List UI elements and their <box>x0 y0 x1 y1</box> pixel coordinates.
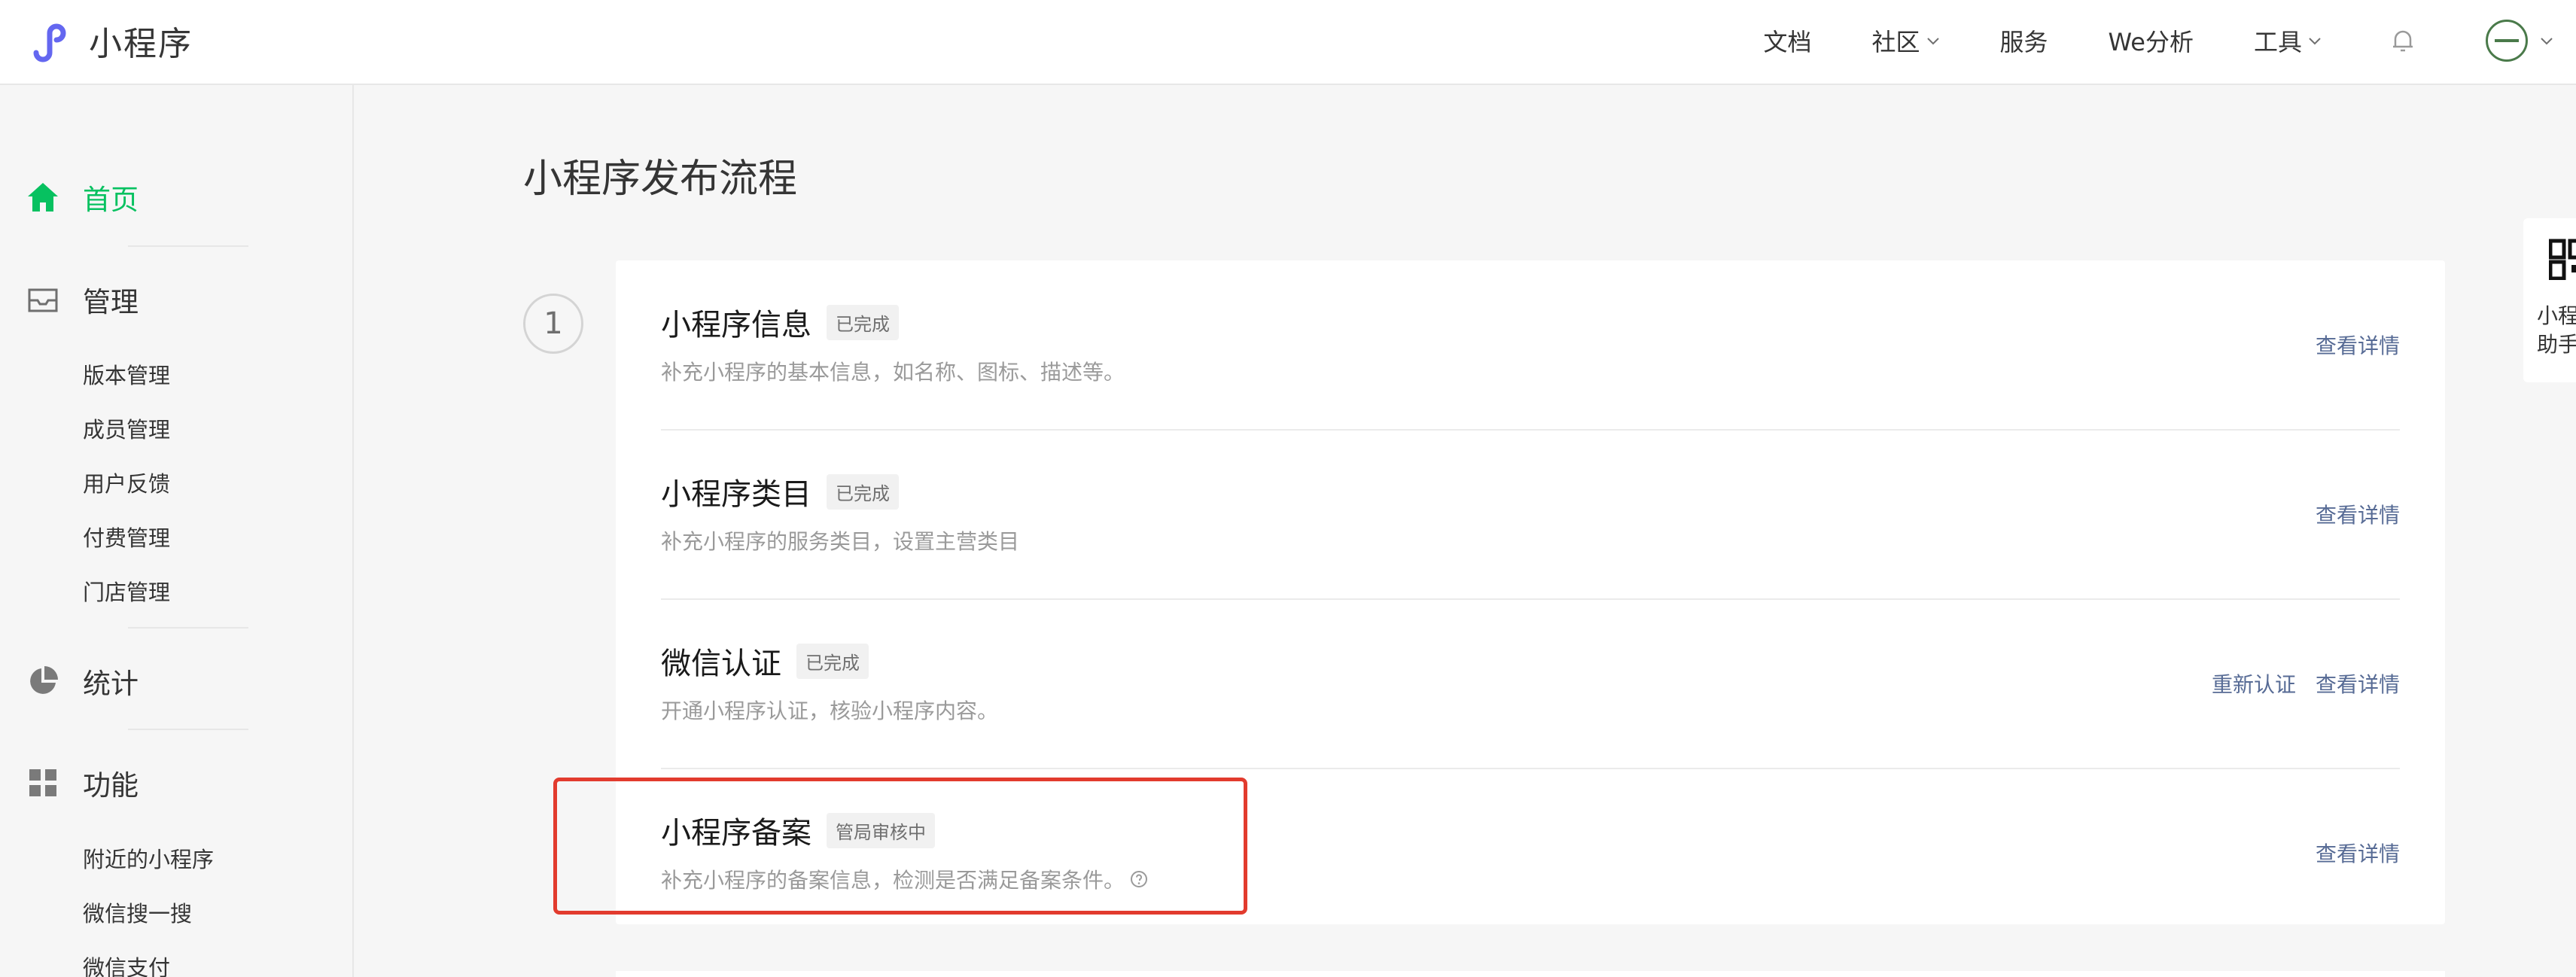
sidebar-item-label: 统计 <box>83 668 139 700</box>
sidebar-item-search[interactable]: 微信搜一搜 <box>83 896 192 928</box>
grid-icon <box>26 765 60 800</box>
nav-community-label: 社区 <box>1871 28 1920 56</box>
sidebar-divider <box>128 729 248 730</box>
status-badge: 已完成 <box>796 643 869 679</box>
notifications[interactable] <box>2388 26 2418 56</box>
chevron-down-icon <box>1926 38 1939 45</box>
status-badge: 已完成 <box>827 473 899 510</box>
step-title: 小程序信息 已完成 <box>661 300 899 344</box>
sidebar-item-stats[interactable]: 统计 <box>26 661 139 702</box>
pie-chart-icon <box>26 664 60 699</box>
highlight-box <box>553 778 1247 915</box>
nav-docs-label: 文档 <box>1763 28 1812 56</box>
sidebar-item-feedback[interactable]: 用户反馈 <box>83 467 170 498</box>
panel-text-line1: 小程 <box>2537 303 2576 328</box>
sidebar-item-stores[interactable]: 门店管理 <box>83 575 170 607</box>
view-details-link[interactable]: 查看详情 <box>2316 838 2400 868</box>
avatar <box>2486 20 2528 62</box>
sidebar-item-home[interactable]: 首页 <box>26 177 139 218</box>
sidebar-item-version[interactable]: 版本管理 <box>83 358 170 390</box>
sidebar-divider <box>128 627 248 629</box>
sidebar-divider <box>128 245 248 247</box>
step-description: 补充小程序的基本信息，如名称、图标、描述等。 <box>661 360 1125 385</box>
logo[interactable]: 小程序 <box>26 15 193 66</box>
chevron-down-icon <box>2309 38 2321 45</box>
nav-analytics-label: We分析 <box>2108 28 2194 56</box>
nav-tools[interactable]: 工具 <box>2254 23 2323 58</box>
mini-program-logo-icon <box>33 23 66 62</box>
nav-community[interactable]: 社区 <box>1871 23 1941 58</box>
step-description: 开通小程序认证，核验小程序内容。 <box>661 699 999 723</box>
assistant-panel[interactable]: 小程 助手 <box>2523 218 2576 382</box>
sidebar-item-label: 首页 <box>83 184 139 216</box>
chevron-down-icon <box>2541 38 2553 45</box>
step-row: 小程序类目 已完成 补充小程序的服务类目，设置主营类目 查看详情 <box>661 430 2400 599</box>
step-title-text: 小程序信息 <box>661 308 811 342</box>
nav-services[interactable]: 服务 <box>2000 23 2048 58</box>
view-details-link[interactable]: 查看详情 <box>2316 330 2400 360</box>
view-details-link[interactable]: 查看详情 <box>2316 499 2400 529</box>
step-actions: 重新认证 查看详情 <box>2192 668 2400 699</box>
bell-icon <box>2393 30 2413 52</box>
step-actions: 查看详情 <box>2296 499 2400 529</box>
step-row: 小程序信息 已完成 补充小程序的基本信息，如名称、图标、描述等。 查看详情 <box>661 260 2400 430</box>
re-verify-link[interactable]: 重新认证 <box>2212 668 2296 699</box>
step-title-text: 微信认证 <box>661 647 781 681</box>
sidebar: 首页 管理 版本管理 成员管理 用户反馈 付费管理 门店管理 统计 功能 附近的… <box>0 85 354 977</box>
step-title: 微信认证 已完成 <box>661 639 869 683</box>
step-number: 1 <box>523 294 583 354</box>
home-icon <box>26 180 60 215</box>
panel-text-line2: 助手 <box>2537 332 2576 357</box>
sidebar-item-members[interactable]: 成员管理 <box>83 412 170 444</box>
step-description: 补充小程序的服务类目，设置主营类目 <box>661 529 1020 554</box>
account-menu[interactable] <box>2486 20 2555 62</box>
nav-tools-label: 工具 <box>2253 28 2302 56</box>
inbox-icon <box>26 282 60 317</box>
next-card-edge <box>616 971 2445 977</box>
status-badge: 已完成 <box>827 304 899 340</box>
sidebar-item-features[interactable]: 功能 <box>26 762 139 803</box>
step-row: 微信认证 已完成 开通小程序认证，核验小程序内容。 重新认证 查看详情 <box>661 599 2400 769</box>
page-title: 小程序发布流程 <box>523 157 798 202</box>
nav-services-label: 服务 <box>1999 28 2048 56</box>
sidebar-item-wechat-pay[interactable]: 微信支付 <box>83 951 170 977</box>
step-actions: 查看详情 <box>2296 838 2400 868</box>
top-header: 小程序 文档 社区 服务 We分析 工具 <box>0 0 2576 85</box>
sidebar-item-label: 管理 <box>83 286 139 318</box>
sidebar-item-nearby[interactable]: 附近的小程序 <box>83 842 214 874</box>
nav-docs[interactable]: 文档 <box>1763 23 1811 58</box>
top-nav: 文档 社区 服务 We分析 工具 <box>1763 0 2576 81</box>
logo-text: 小程序 <box>89 25 193 63</box>
view-details-link[interactable]: 查看详情 <box>2316 668 2400 699</box>
sidebar-item-label: 功能 <box>83 769 139 802</box>
step-actions: 查看详情 <box>2296 330 2400 360</box>
step-title-text: 小程序类目 <box>661 477 811 512</box>
sidebar-item-manage[interactable]: 管理 <box>26 279 139 320</box>
qr-code-icon <box>2549 239 2576 280</box>
sidebar-item-payment[interactable]: 付费管理 <box>83 521 170 552</box>
step-title: 小程序类目 已完成 <box>661 470 899 513</box>
nav-analytics[interactable]: We分析 <box>2109 23 2194 58</box>
avatar-logo-icon <box>2495 39 2519 42</box>
